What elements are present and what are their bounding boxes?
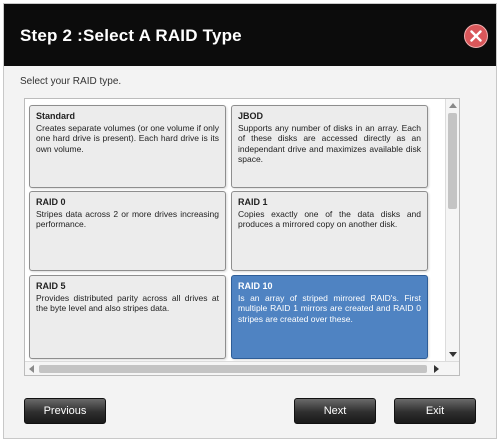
raid-card-raid5[interactable]: RAID 5 Provides distributed parity acros… bbox=[29, 275, 226, 359]
exit-button[interactable]: Exit bbox=[394, 398, 476, 424]
scroll-up-arrow-icon[interactable] bbox=[449, 103, 457, 108]
raid-card-description: Is an array of striped mirrored RAID's. … bbox=[238, 292, 421, 324]
scroll-left-arrow-icon[interactable] bbox=[29, 365, 34, 373]
horizontal-scroll-thumb[interactable] bbox=[39, 365, 427, 373]
raid-card-standard[interactable]: Standard Creates separate volumes (or on… bbox=[29, 105, 226, 188]
raid-card-grid: Standard Creates separate volumes (or on… bbox=[25, 99, 445, 361]
raid-card-raid1[interactable]: RAID 1 Copies exactly one of the data di… bbox=[231, 191, 428, 271]
raid-card-title: RAID 10 bbox=[238, 281, 273, 291]
raid-card-title: RAID 5 bbox=[36, 281, 66, 291]
instruction-text: Select your RAID type. bbox=[20, 76, 122, 87]
title-bar: Step 2 :Select A RAID Type bbox=[4, 4, 496, 66]
scroll-down-arrow-icon[interactable] bbox=[449, 352, 457, 357]
scroll-right-arrow-icon[interactable] bbox=[434, 365, 439, 373]
raid-card-description: Creates separate volumes (or one volume … bbox=[36, 122, 219, 154]
close-icon bbox=[470, 30, 482, 42]
raid-card-title: JBOD bbox=[238, 111, 264, 121]
raid-card-raid0[interactable]: RAID 0 Stripes data across 2 or more dri… bbox=[29, 191, 226, 271]
close-button[interactable] bbox=[464, 24, 488, 48]
raid-card-description: Stripes data across 2 or more drives inc… bbox=[36, 208, 219, 230]
previous-button[interactable]: Previous bbox=[24, 398, 106, 424]
vertical-scroll-thumb[interactable] bbox=[448, 113, 457, 209]
vertical-scrollbar[interactable] bbox=[445, 99, 459, 361]
raid-card-description: Copies exactly one of the data disks and… bbox=[238, 208, 421, 230]
dialog-title: Step 2 :Select A RAID Type bbox=[20, 26, 242, 45]
next-button[interactable]: Next bbox=[294, 398, 376, 424]
raid-type-list: Standard Creates separate volumes (or on… bbox=[24, 98, 460, 376]
raid-card-title: RAID 1 bbox=[238, 197, 268, 207]
horizontal-scrollbar[interactable] bbox=[25, 361, 459, 375]
raid-card-title: Standard bbox=[36, 111, 76, 121]
raid-card-raid10[interactable]: RAID 10 Is an array of striped mirrored … bbox=[231, 275, 428, 359]
raid-wizard-dialog: Step 2 :Select A RAID Type Select your R… bbox=[3, 3, 497, 439]
raid-card-description: Supports any number of disks in an array… bbox=[238, 122, 421, 165]
raid-card-description: Provides distributed parity across all d… bbox=[36, 292, 219, 314]
raid-card-jbod[interactable]: JBOD Supports any number of disks in an … bbox=[231, 105, 428, 188]
raid-card-title: RAID 0 bbox=[36, 197, 66, 207]
